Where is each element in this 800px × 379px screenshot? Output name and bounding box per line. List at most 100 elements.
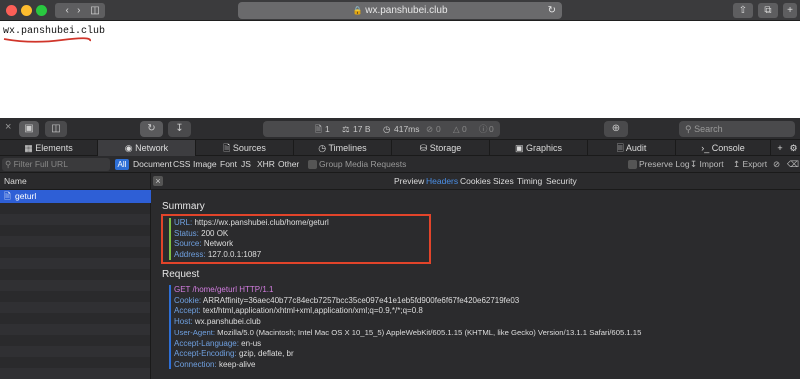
filter-type-font[interactable]: Font [220,156,237,173]
disable-cache-button[interactable]: ⌫ [787,156,799,173]
tab-label: Storage [429,143,462,153]
browser-titlebar: ‹ › ◫ 🔒 wx.panshubei.club ↻ ⇧ ⧉ + [0,0,800,21]
new-tab-button[interactable]: + [783,3,797,18]
dock-bottom-button[interactable]: ▣ [19,121,39,137]
tab-console[interactable]: ›_ Console [676,140,771,156]
close-details-button[interactable]: × [153,176,163,186]
dock-icon: ▣ [24,123,34,134]
empty-row [0,258,150,269]
request-details: × Preview Headers Cookies Sizes Timing S… [151,173,800,379]
filter-type-all[interactable]: All [115,159,129,170]
subtab-headers[interactable]: Headers [426,173,458,190]
console-icon: ›_ [701,143,710,153]
name-column-header[interactable]: Name [0,173,151,190]
tabs-overview-button[interactable]: ⧉ [758,3,778,18]
close-devtools-icon[interactable]: × [5,121,11,133]
filter-type-xhr[interactable]: XHR [257,156,275,173]
tab-network[interactable]: ◉ Network [98,140,196,156]
address-bar[interactable]: 🔒 wx.panshubei.club ↻ [238,2,562,19]
minimize-window-button[interactable] [21,5,32,16]
graphics-icon: ▣ [514,143,524,153]
import-icon: ↧ [690,159,698,169]
tab-timelines[interactable]: ◷ Timelines [294,140,392,156]
devtools-toolbar: × ▣ ◫ ↻ ↧ 🗎 1 ⚖ 17 B ◷ 417ms ⊘ 0 △ 0 ⓘ 0… [0,118,800,140]
filter-type-other[interactable]: Other [278,156,299,173]
filter-type-js[interactable]: JS [241,156,251,173]
back-icon[interactable]: ‹ [65,5,68,16]
filter-type-image[interactable]: Image [193,156,217,173]
subtab-sizes[interactable]: Sizes [493,173,514,190]
filter-url-input[interactable]: ⚲ Filter Full URL [2,158,110,171]
tab-label: Elements [35,143,73,153]
tab-audit[interactable]: 🗏 Audit [588,140,676,156]
empty-row [0,346,150,357]
subtab-preview[interactable]: Preview [394,173,424,190]
header-value: Network [203,239,234,249]
zoom-window-button[interactable] [36,5,47,16]
activity-summary: 🗎 1 ⚖ 17 B ◷ 417ms ⊘ 0 △ 0 ⓘ 0 [263,121,500,137]
search-input[interactable]: ⚲ Search [679,121,795,137]
request-header-user-agent: User-Agent: Mozilla/5.0 (Macintosh; Inte… [174,328,641,339]
group-media-checkbox[interactable] [308,160,317,169]
subtab-timing[interactable]: Timing [517,173,542,190]
clear-network-button[interactable]: ⊘ [773,156,780,173]
network-filter-bar: ⚲ Filter Full URL All Document CSS Image… [0,156,800,173]
tabs-icon: ⧉ [764,5,772,16]
summary-heading: Summary [162,201,205,212]
tab-label: Timelines [328,143,367,153]
tab-label: Network [135,143,169,153]
tab-label: Audit [625,143,647,153]
header-key: User-Agent: [174,327,216,337]
request-header-accept: Accept: text/html,application/xhtml+xml,… [174,306,423,317]
transfer-size: 17 B [353,124,371,134]
settings-button[interactable]: ⚙ [787,140,800,156]
sources-icon: 🗎 [223,143,231,153]
header-key: Connection: [174,359,217,369]
filter-type-document[interactable]: Document [133,156,172,173]
preserve-log-label: Preserve Log [639,159,690,169]
summary-source-row: Source: Network [174,239,233,250]
inspect-element-button[interactable]: ⊕ [604,121,628,137]
file-count: 1 [325,124,330,134]
gear-icon: ⚙ [789,143,798,153]
clear-icon: ⊘ [773,159,781,169]
header-value: en-us [241,338,262,348]
trash-icon: ⌫ [787,159,800,169]
export-button[interactable]: ↥ Export [733,156,767,173]
preserve-log-checkbox[interactable] [628,160,637,169]
export-icon: ↥ [733,159,741,169]
reload-page-button[interactable]: ↻ [140,121,163,137]
filter-placeholder: Filter Full URL [13,159,68,169]
download-button[interactable]: ↧ [168,121,191,137]
subtab-cookies[interactable]: Cookies [460,173,491,190]
header-value: wx.panshubei.club [194,317,261,327]
warning-icon: △ [453,124,460,134]
import-button[interactable]: ↧ Import [690,156,724,173]
error-icon: ⊘ [426,124,434,134]
reload-icon[interactable]: ↻ [548,2,556,19]
sidebar-icon: ◫ [90,5,100,16]
error-count: 0 [436,124,441,134]
share-button[interactable]: ⇧ [733,3,753,18]
add-tab-button[interactable]: + [773,140,787,156]
tab-graphics[interactable]: ▣ Graphics [490,140,588,156]
forward-icon[interactable]: › [77,5,80,16]
elements-icon: ▦ [24,143,33,153]
tab-storage[interactable]: ⛁ Storage [392,140,490,156]
header-key: Accept-Language: [174,338,239,348]
summary-url-row: URL: https://wx.panshubei.club/home/getu… [174,218,329,229]
close-window-button[interactable] [6,5,17,16]
reload-icon: ↻ [147,123,156,134]
header-key: Address: [174,250,206,260]
dock-side-button[interactable]: ◫ [45,121,67,137]
request-row-geturl[interactable]: 🗎 geturl [0,190,151,203]
tab-sources[interactable]: 🗎 Sources [196,140,294,156]
request-header-host: Host: wx.panshubei.club [174,317,261,328]
empty-row [0,214,150,225]
filter-type-css[interactable]: CSS [173,156,190,173]
tab-elements[interactable]: ▦ Elements [0,140,98,156]
sidebar-toggle-button[interactable]: ◫ [85,3,105,18]
document-icon: 🗎 [4,191,11,201]
subtab-security[interactable]: Security [546,173,577,190]
summary-address-row: Address: 127.0.0.1:1087 [174,250,261,261]
